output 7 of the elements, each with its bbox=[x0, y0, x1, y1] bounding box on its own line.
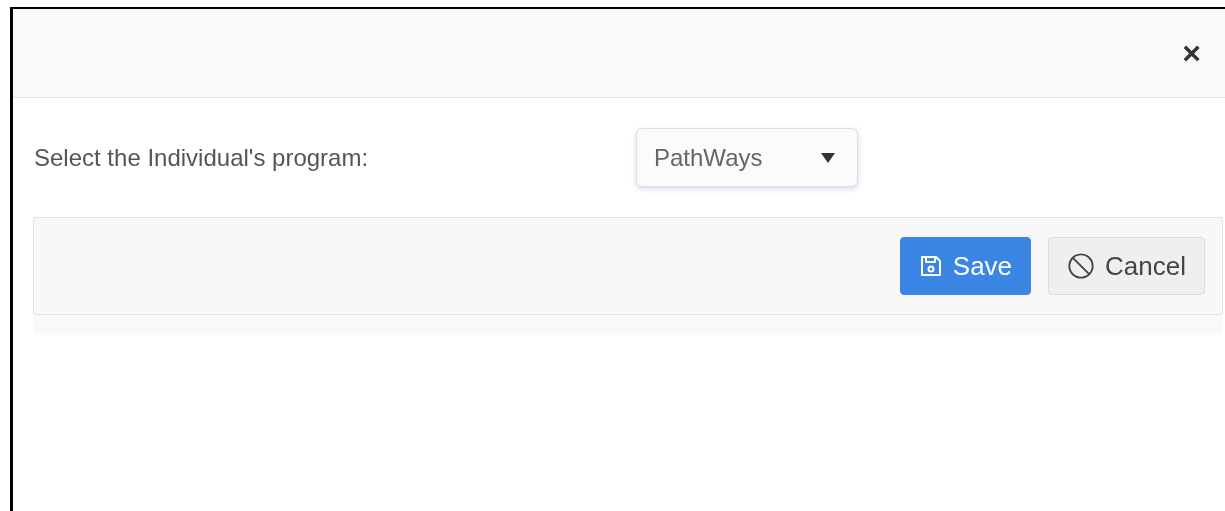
save-button[interactable]: Save bbox=[899, 237, 1032, 295]
close-button[interactable]: × bbox=[1178, 37, 1205, 69]
prohibited-icon bbox=[1067, 252, 1096, 280]
cancel-button[interactable]: Cancel bbox=[1048, 237, 1205, 295]
field-label: Select the Individual's program: bbox=[34, 142, 370, 173]
caret-icon bbox=[821, 152, 835, 163]
program-dropdown[interactable]: PathWays bbox=[636, 128, 858, 187]
